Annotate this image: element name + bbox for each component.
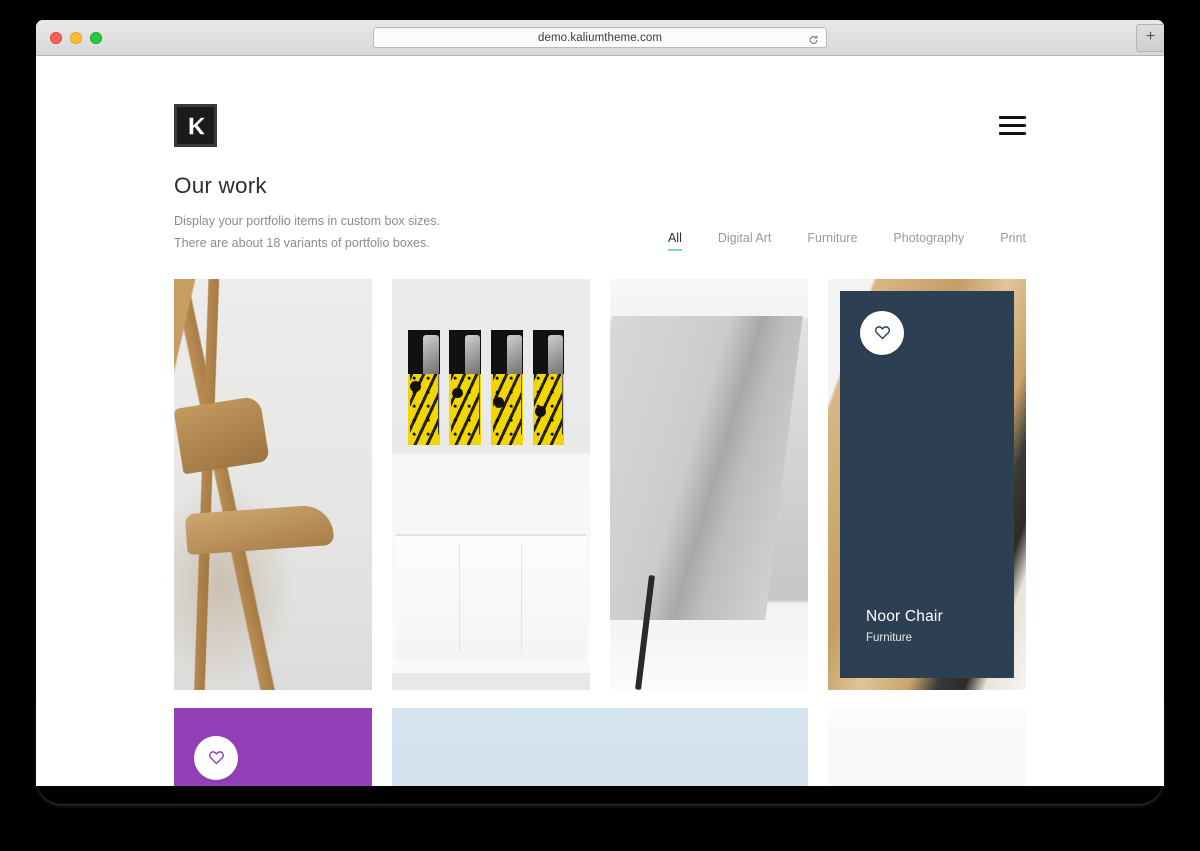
portfolio-item-noor-chair[interactable]: Noor Chair Furniture xyxy=(828,278,1026,690)
new-tab-button[interactable]: + xyxy=(1136,24,1164,52)
portfolio-item-wooden-chair[interactable] xyxy=(174,278,372,690)
filter-digital-art[interactable]: Digital Art xyxy=(718,231,772,251)
baseboard xyxy=(392,673,590,690)
site-header xyxy=(36,56,1164,147)
hamburger-bar xyxy=(999,124,1026,127)
portfolio-grid: Noor Chair Furniture xyxy=(36,255,1164,786)
k-logo-icon xyxy=(189,117,205,134)
browser-titlebar: demo.kaliumtheme.com + xyxy=(36,20,1164,56)
portfolio-thumbnail xyxy=(392,278,590,690)
portfolio-thumbnail xyxy=(392,707,808,786)
portfolio-thumbnail xyxy=(174,278,372,690)
heart-icon xyxy=(208,751,224,765)
portfolio-item-blue-room[interactable] xyxy=(392,707,808,786)
browser-window: demo.kaliumtheme.com + Our work Display … xyxy=(36,20,1164,786)
portfolio-item-title: Noor Chair xyxy=(866,607,943,625)
page-content: Our work Display your portfolio items in… xyxy=(36,56,1164,786)
url-text: demo.kaliumtheme.com xyxy=(537,31,663,44)
address-bar[interactable]: demo.kaliumtheme.com xyxy=(373,27,827,48)
hamburger-bar xyxy=(999,132,1026,135)
filter-all[interactable]: All xyxy=(667,231,682,251)
minimize-window-button[interactable] xyxy=(70,31,82,44)
portfolio-hover-overlay[interactable]: Noor Chair Furniture xyxy=(840,290,1014,678)
page-subtitle-line-2: There are about 18 variants of portfolio… xyxy=(174,235,430,250)
device-frame: demo.kaliumtheme.com + Our work Display … xyxy=(0,0,1200,851)
portfolio-item-purple-box[interactable] xyxy=(174,707,372,786)
portfolio-item-white-study[interactable] xyxy=(828,707,1026,786)
portfolio-thumbnail xyxy=(610,278,808,690)
portfolio-filter-nav: All Digital Art Furniture Photography Pr… xyxy=(667,231,1026,255)
hamburger-bar xyxy=(999,116,1026,119)
portfolio-thumbnail xyxy=(828,707,1026,786)
site-logo[interactable] xyxy=(174,104,217,147)
page-title: Our work xyxy=(174,173,267,198)
like-button[interactable] xyxy=(860,310,904,355)
cabinet xyxy=(395,533,587,661)
filter-photography[interactable]: Photography xyxy=(893,231,964,251)
portfolio-item-grey-armchair[interactable] xyxy=(610,278,808,690)
heart-icon xyxy=(874,326,890,340)
like-button[interactable] xyxy=(194,735,238,780)
window-controls xyxy=(50,31,102,44)
close-window-button[interactable] xyxy=(50,31,62,44)
filter-furniture[interactable]: Furniture xyxy=(807,231,857,251)
page-subtitle-line-1: Display your portfolio items in custom b… xyxy=(174,214,441,228)
intro-text: Our work Display your portfolio items in… xyxy=(174,173,440,255)
portfolio-item-category: Furniture xyxy=(866,631,913,644)
maximize-window-button[interactable] xyxy=(90,31,102,44)
page-subtitle: Display your portfolio items in custom b… xyxy=(174,211,440,255)
hamburger-menu-icon[interactable] xyxy=(999,110,1026,141)
portfolio-item-dna-posters[interactable] xyxy=(392,278,590,690)
intro-section: Our work Display your portfolio items in… xyxy=(36,147,1164,255)
filter-print[interactable]: Print xyxy=(1000,231,1026,251)
reload-icon[interactable] xyxy=(808,32,819,44)
